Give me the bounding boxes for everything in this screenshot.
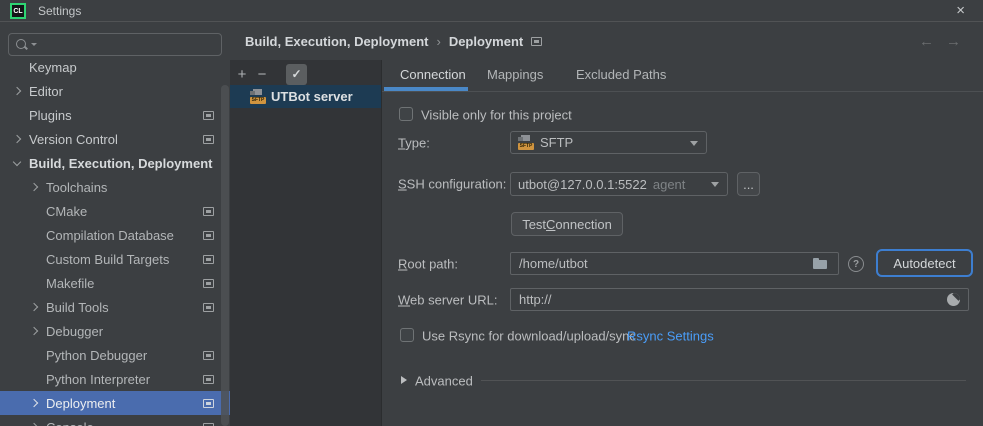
chevron-right-icon [13,135,21,143]
sftp-type-icon: SFTP [518,135,534,150]
breadcrumb: Build, Execution, Deployment › Deploymen… [245,23,542,60]
connection-form: Connection Mappings Excluded Paths Visib… [382,60,983,426]
sidebar-item-makefile[interactable]: Makefile [0,271,230,295]
chevron-right-icon [30,303,38,311]
server-name: UTBot server [271,89,353,104]
help-icon[interactable]: ? [848,256,864,272]
sidebar-item-custom-build-targets[interactable]: Custom Build Targets [0,247,230,271]
server-toolbar: + − ✓ [230,62,381,86]
use-as-default-button[interactable]: ✓ [286,64,307,85]
sidebar-item-python-debugger[interactable]: Python Debugger [0,343,230,367]
use-rsync-checkbox[interactable] [400,328,414,342]
web-server-url-label: Web server URL: [398,293,497,308]
breadcrumb-parent[interactable]: Build, Execution, Deployment [245,34,428,49]
sidebar-item-keymap[interactable]: Keymap [0,55,230,79]
sidebar-item-plugins[interactable]: Plugins [0,103,230,127]
dropdown-arrow-icon [711,182,719,187]
autodetect-button[interactable]: Autodetect [876,249,973,277]
sidebar-item-editor[interactable]: Editor [0,79,230,103]
close-icon[interactable]: × [956,0,965,22]
settings-tree: Keymap Editor Plugins Version Control Bu… [0,55,230,426]
web-server-url-input[interactable] [510,288,969,311]
chevron-right-icon [13,87,21,95]
dropdown-arrow-icon [690,141,698,146]
ssh-config-suffix: agent [653,177,686,192]
search-icon [15,38,29,52]
project-settings-icon [203,351,214,360]
sidebar-item-build-tools[interactable]: Build Tools [0,295,230,319]
sidebar-item-deployment[interactable]: Deployment [0,391,230,415]
advanced-expand-icon[interactable] [401,376,407,384]
selected-tab-underline [384,87,468,91]
sidebar-item-build-execution-deployment[interactable]: Build, Execution, Deployment [0,151,230,175]
browse-folder-icon[interactable] [813,258,827,269]
sidebar-item-debugger[interactable]: Debugger [0,319,230,343]
browse-ssh-configs-button[interactable]: ... [737,172,760,196]
breadcrumb-current: Deployment [449,34,523,49]
project-settings-icon [203,207,214,216]
server-list-item[interactable]: SFTP UTBot server [230,85,381,108]
search-input[interactable] [37,34,221,55]
root-path-label: Root path: [398,257,458,272]
project-settings-icon [203,111,214,120]
window-title: Settings [38,0,81,22]
type-value: SFTP [540,135,573,150]
type-dropdown[interactable]: SFTP SFTP [510,131,707,154]
sidebar-item-toolchains[interactable]: Toolchains [0,175,230,199]
tab-bar: Connection Mappings Excluded Paths [382,60,983,92]
ssh-config-value: utbot@127.0.0.1:5522 [518,177,647,192]
sidebar-item-compilation-database[interactable]: Compilation Database [0,223,230,247]
advanced-label[interactable]: Advanced [415,374,473,389]
ssh-config-dropdown[interactable]: utbot@127.0.0.1:5522 agent [510,172,728,196]
advanced-divider [481,380,966,381]
globe-icon [947,293,960,306]
server-list-panel: + − ✓ SFTP UTBot server [230,60,381,426]
title-bar: CL Settings × [0,0,983,22]
sidebar-item-cmake[interactable]: CMake [0,199,230,223]
project-settings-icon [203,375,214,384]
project-settings-icon [203,255,214,264]
type-label: Type: [398,136,430,151]
search-box[interactable] [8,33,222,56]
settings-sidebar: Keymap Editor Plugins Version Control Bu… [0,23,230,426]
sidebar-item-console[interactable]: Console [0,415,230,426]
sidebar-item-version-control[interactable]: Version Control [0,127,230,151]
back-arrow-icon[interactable]: ← [919,33,934,50]
sidebar-scrollbar[interactable] [221,85,229,426]
rsync-settings-link[interactable]: Rsync Settings [627,329,714,344]
settings-window: CL Settings × Keymap Editor Plugins V [0,0,983,426]
project-settings-icon [531,37,542,46]
project-settings-icon [203,231,214,240]
visible-only-checkbox[interactable] [399,107,413,121]
chevron-right-icon [30,183,38,191]
tab-excluded-paths[interactable]: Excluded Paths [576,60,666,91]
sftp-server-icon: SFTP [250,89,266,104]
project-settings-icon [203,135,214,144]
visible-only-label: Visible only for this project [421,108,572,123]
page-header: Build, Execution, Deployment › Deploymen… [230,23,983,60]
ssh-config-label: SSH configuration: [398,177,506,192]
add-server-button[interactable]: + [232,66,252,83]
history-nav: ← → [919,23,961,60]
chevron-right-icon [30,327,38,335]
root-path-input[interactable] [510,252,839,275]
tab-mappings[interactable]: Mappings [487,60,543,91]
use-rsync-label: Use Rsync for download/upload/sync [422,329,636,344]
clion-logo-icon: CL [10,3,26,19]
chevron-right-icon [30,399,38,407]
chevron-down-icon [13,157,21,165]
breadcrumb-separator: › [436,34,440,49]
test-connection-button[interactable]: Test Connection [511,212,623,236]
remove-server-button[interactable]: − [252,66,272,83]
project-settings-icon [203,303,214,312]
project-settings-icon [203,399,214,408]
project-settings-icon [203,279,214,288]
forward-arrow-icon[interactable]: → [946,33,961,50]
project-settings-icon [203,423,214,426]
sidebar-item-python-interpreter[interactable]: Python Interpreter [0,367,230,391]
